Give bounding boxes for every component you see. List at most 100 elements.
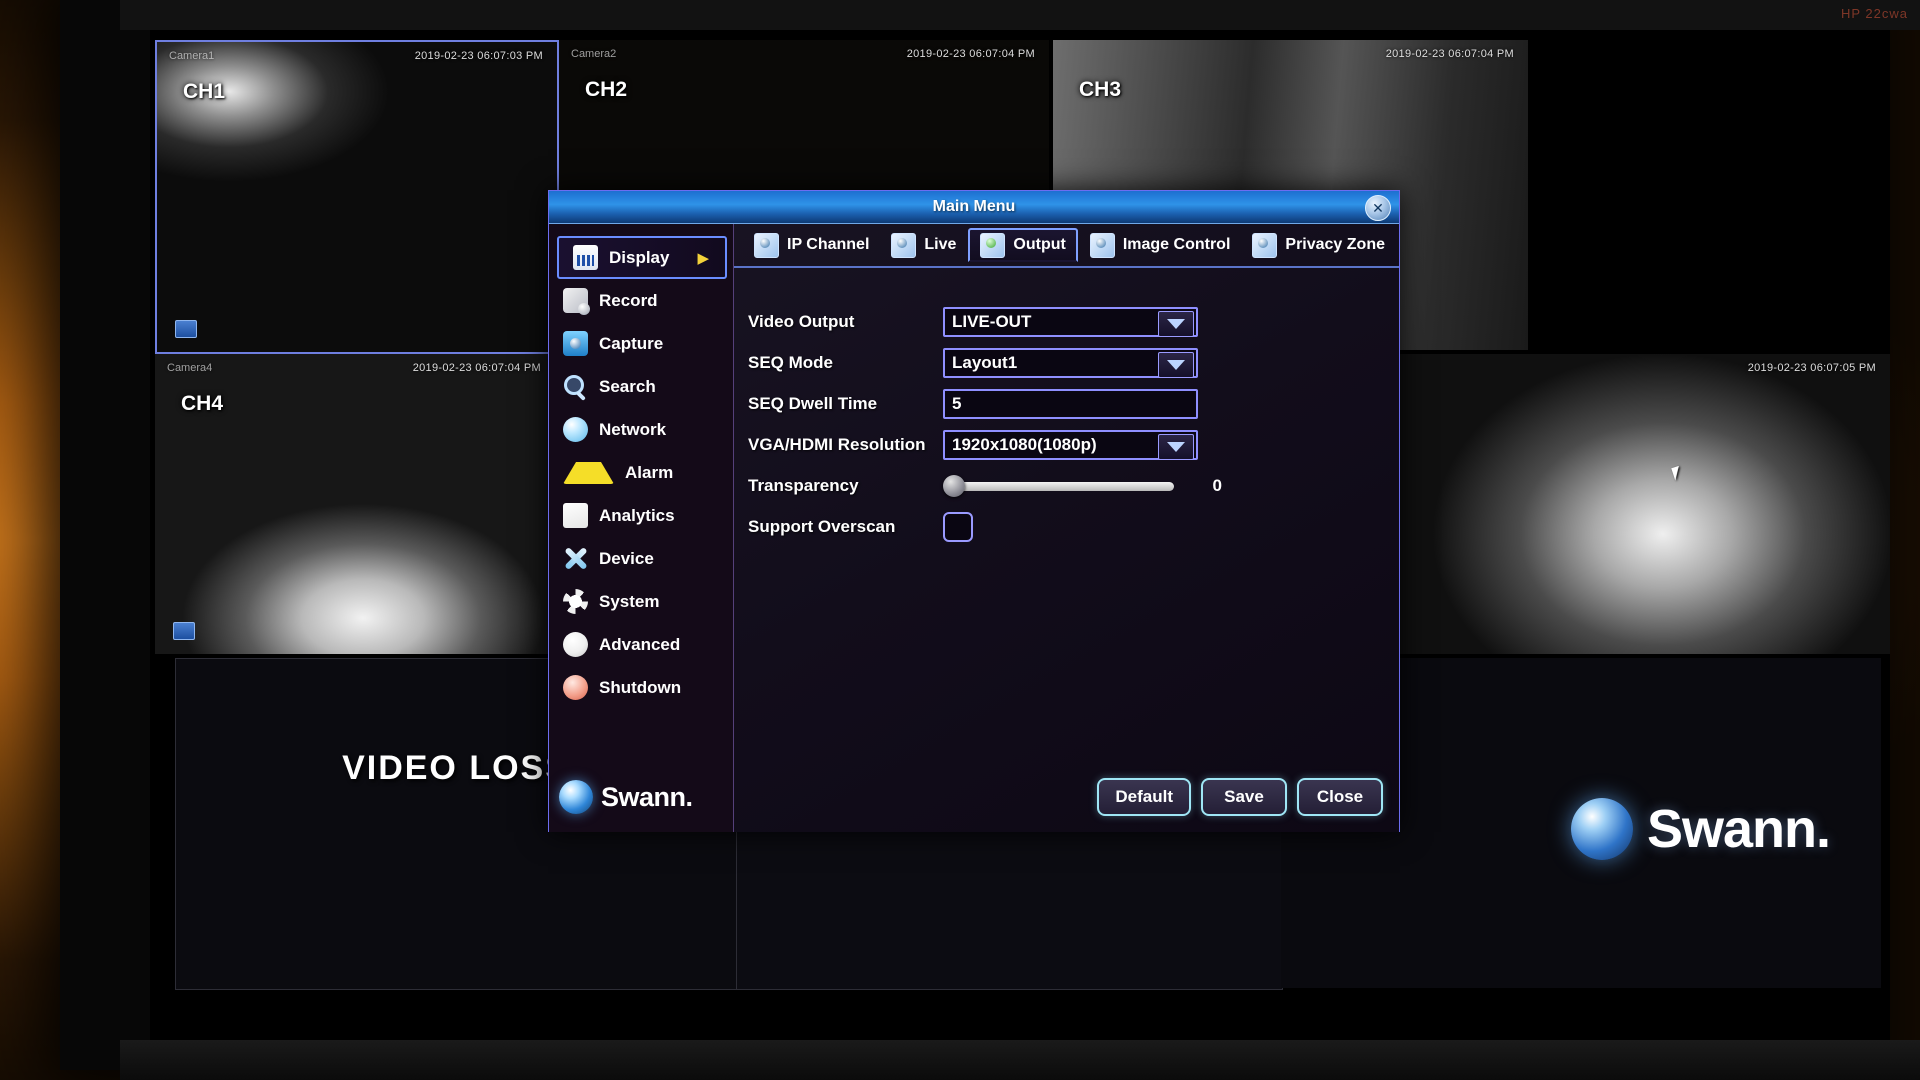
camera-tile-ch1[interactable]: Camera1 2019-02-23 06:07:03 PM CH1 <box>155 40 559 354</box>
camera-timestamp: 2019-02-23 06:07:04 PM <box>412 362 541 374</box>
output-settings-form: Video Output LIVE-OUT SEQ Mode Layout1 S… <box>734 268 1399 547</box>
tv-bezel-bottom <box>120 1040 1920 1080</box>
transparency-label: Transparency <box>748 476 859 495</box>
close-button[interactable]: Close <box>1297 778 1383 816</box>
sidebar-item-label: Shutdown <box>599 677 682 697</box>
camera-timestamp: 2019-02-23 06:07:04 PM <box>1385 48 1514 60</box>
sidebar-item-display[interactable]: Display ▶ <box>557 236 727 279</box>
display-icon <box>573 245 598 270</box>
camera-corner-label: Camera2 <box>571 48 617 60</box>
camera-tab-icon <box>980 232 1006 258</box>
tab-privacy-zone[interactable]: Privacy Zone <box>1242 228 1395 262</box>
tab-label: Output <box>1013 236 1066 253</box>
tab-label: Image Control <box>1122 236 1231 253</box>
support-overscan-label: Support Overscan <box>748 517 896 536</box>
dialog-title: Main Menu <box>932 198 1016 215</box>
swann-wordmark: Swann. <box>1646 799 1831 859</box>
transparency-value: 0 <box>1212 476 1222 495</box>
sidebar-item-alarm[interactable]: Alarm <box>549 451 733 494</box>
form-row-seq-dwell-time: SEQ Dwell Time 5 <box>748 384 1399 424</box>
record-status-icon <box>173 622 195 640</box>
capture-icon <box>563 331 588 356</box>
seq-dwell-time-label: SEQ Dwell Time <box>748 394 878 413</box>
dvr-screen: Camera1 2019-02-23 06:07:03 PM CH1 Camer… <box>150 30 1890 1040</box>
menu-content-pane: IP Channel Live Output Image Control Pri… <box>734 224 1399 832</box>
record-status-icon <box>175 320 197 338</box>
tv-bezel-top: HP 22cwa <box>120 0 1920 30</box>
default-button[interactable]: Default <box>1097 778 1191 816</box>
menu-sidebar: Display ▶ Record Capture Search Network … <box>549 224 734 832</box>
form-row-video-output: Video Output LIVE-OUT <box>748 302 1399 342</box>
tab-output[interactable]: Output <box>968 228 1078 262</box>
chevron-down-icon[interactable] <box>1158 352 1194 378</box>
sidebar-item-label: System <box>599 591 660 611</box>
camera-corner-label: Camera1 <box>169 50 215 62</box>
dialog-footer: Default Save Close <box>1097 778 1383 816</box>
camera-corner-label: Camera4 <box>167 362 213 374</box>
camera-timestamp: 2019-02-23 06:07:03 PM <box>414 50 543 62</box>
main-menu-dialog: Main Menu ✕ Display ▶ Record Capture Sea… <box>548 190 1688 832</box>
tab-ip-channel[interactable]: IP Channel <box>744 228 879 262</box>
seq-dwell-time-input[interactable]: 5 <box>943 389 1198 419</box>
sidebar-item-label: Capture <box>599 333 664 353</box>
tab-image-control[interactable]: Image Control <box>1080 228 1241 262</box>
advanced-icon <box>563 632 588 657</box>
seq-mode-value: Layout1 <box>952 353 1018 372</box>
sidebar-item-label: Analytics <box>599 505 675 525</box>
camera-channel-label: CH3 <box>1079 78 1122 101</box>
sidebar-item-device[interactable]: Device <box>549 537 733 580</box>
chevron-right-icon: ▶ <box>697 249 709 267</box>
close-icon[interactable]: ✕ <box>1365 195 1391 221</box>
vga-hdmi-resolution-select[interactable]: 1920x1080(1080p) <box>943 430 1198 460</box>
swann-logo-text: Swann. <box>601 781 693 812</box>
form-row-support-overscan: Support Overscan <box>748 507 1399 547</box>
slider-track[interactable] <box>947 481 1174 491</box>
sidebar-item-label: Record <box>599 290 658 310</box>
sidebar-item-label: Advanced <box>599 634 681 654</box>
sidebar-brand-logo: Swann. <box>559 780 693 814</box>
support-overscan-checkbox[interactable] <box>943 512 973 542</box>
video-output-value: LIVE-OUT <box>952 312 1032 331</box>
sidebar-item-network[interactable]: Network <box>549 408 733 451</box>
vga-hdmi-resolution-label: VGA/HDMI Resolution <box>748 435 926 454</box>
sidebar-item-label: Alarm <box>625 462 674 482</box>
tab-bar: IP Channel Live Output Image Control Pri… <box>734 224 1399 268</box>
dialog-titlebar: Main Menu ✕ <box>549 191 1399 224</box>
sidebar-item-label: Search <box>599 376 656 396</box>
seq-mode-select[interactable]: Layout1 <box>943 348 1198 378</box>
sidebar-item-shutdown[interactable]: Shutdown <box>549 666 733 709</box>
camera-tile-ch4[interactable]: Camera4 2019-02-23 06:07:04 PM CH4 <box>155 354 555 654</box>
tab-live[interactable]: Live <box>881 228 966 262</box>
alarm-icon <box>563 461 614 484</box>
sidebar-item-record[interactable]: Record <box>549 279 733 322</box>
seq-mode-label: SEQ Mode <box>748 353 834 372</box>
sidebar-item-label: Display <box>609 247 670 267</box>
sidebar-item-label: Device <box>599 548 654 568</box>
camera-channel-label: CH2 <box>585 78 628 101</box>
camera-tile-ch5[interactable]: 2019-02-23 06:07:05 PM <box>1385 354 1890 654</box>
camera-channel-label: CH4 <box>181 392 224 415</box>
system-icon <box>563 589 588 614</box>
device-icon <box>563 546 588 571</box>
slider-knob[interactable] <box>943 475 965 497</box>
vga-hdmi-resolution-value: 1920x1080(1080p) <box>952 435 1097 454</box>
swann-orb-icon <box>1570 798 1633 860</box>
seq-dwell-time-value: 5 <box>952 394 962 413</box>
save-button[interactable]: Save <box>1201 778 1287 816</box>
sidebar-item-label: Network <box>599 419 667 439</box>
swann-orb-icon <box>559 780 593 814</box>
form-row-transparency: Transparency 0 <box>748 466 1399 506</box>
sidebar-item-analytics[interactable]: Analytics <box>549 494 733 537</box>
swann-watermark: Swann. <box>1570 798 1831 860</box>
video-output-select[interactable]: LIVE-OUT <box>943 307 1198 337</box>
chevron-down-icon[interactable] <box>1158 311 1194 337</box>
form-row-seq-mode: SEQ Mode Layout1 <box>748 343 1399 383</box>
network-icon <box>563 417 588 442</box>
camera-tab-icon <box>1252 232 1278 258</box>
sidebar-item-capture[interactable]: Capture <box>549 322 733 365</box>
sidebar-item-advanced[interactable]: Advanced <box>549 623 733 666</box>
sidebar-item-system[interactable]: System <box>549 580 733 623</box>
transparency-slider[interactable]: 0 <box>943 471 1222 501</box>
chevron-down-icon[interactable] <box>1158 434 1194 460</box>
sidebar-item-search[interactable]: Search <box>549 365 733 408</box>
